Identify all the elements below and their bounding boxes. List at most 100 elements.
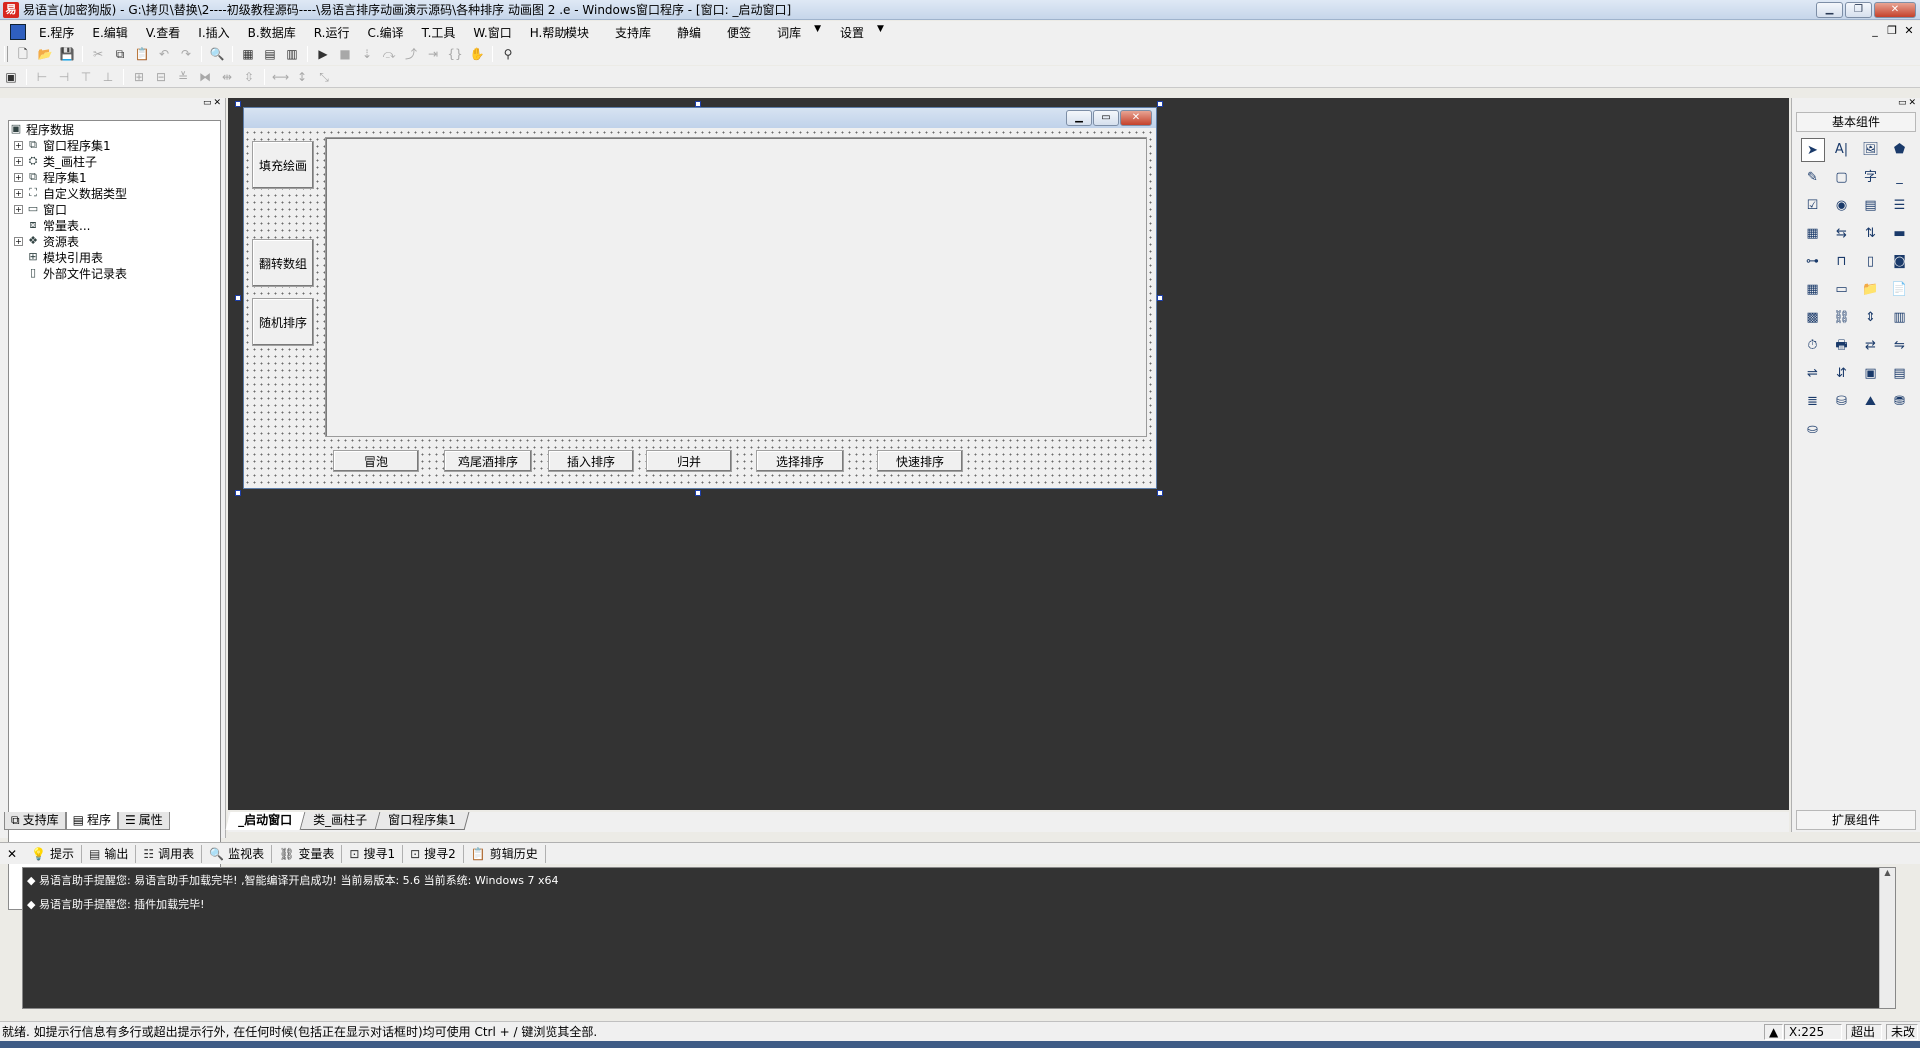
equal-height-icon[interactable]: ⇳ [241, 69, 257, 85]
combo-box-tool-icon[interactable]: ▤ [1859, 194, 1883, 218]
drive-box-tool-icon[interactable]: ▭ [1830, 278, 1854, 302]
menu-window[interactable]: W.窗口 [464, 24, 520, 41]
tree-item[interactable]: ⧈ 常量表... [9, 217, 220, 233]
random-sort-button[interactable]: 随机排序 [252, 298, 314, 346]
resize-handle[interactable] [1157, 490, 1163, 496]
align-left-icon[interactable]: ⊢ [34, 69, 50, 85]
tab-window-assembly[interactable]: 窗口程序集1 [375, 812, 470, 830]
menu-run[interactable]: R.运行 [305, 24, 359, 41]
expand-icon[interactable]: + [14, 204, 23, 214]
tree-item[interactable]: + ⛭ 类_画柱子 [9, 153, 220, 169]
menu-module[interactable]: 模块 [552, 24, 602, 41]
server-tool-icon[interactable]: ⇌ [1801, 362, 1825, 386]
menu-notes[interactable]: 便签 [714, 24, 764, 41]
size-height-icon[interactable]: ↕ [294, 69, 310, 85]
stop-icon[interactable]: ■ [337, 46, 353, 62]
hand-icon[interactable]: ✋ [469, 46, 485, 62]
mdi-restore-icon[interactable]: ❐ [1885, 24, 1899, 37]
table-tool-icon[interactable]: ▥ [1888, 306, 1912, 330]
size-both-icon[interactable]: ⤡ [316, 69, 332, 85]
align-right-icon[interactable]: ⊣ [56, 69, 72, 85]
output-pane[interactable]: ◆ 易语言助手提醒您: 易语言助手加载完毕! ,智能编译开启成功! 当前易版本:… [22, 867, 1896, 1009]
shape-tool-icon[interactable]: ⬟ [1888, 138, 1912, 162]
menu-support-library[interactable]: 支持库 [602, 24, 664, 41]
tab-class-draw-bars[interactable]: 类_画柱子 [300, 812, 381, 830]
label-tool-icon[interactable]: A| [1830, 138, 1854, 162]
vertical-scrollbar[interactable]: ▲ [1879, 868, 1895, 1008]
save-icon[interactable]: 💾 [59, 46, 75, 62]
bubble-sort-button[interactable]: 冒泡 [333, 450, 419, 472]
menu-compile[interactable]: C.编译 [358, 24, 412, 41]
tree-item[interactable]: ▯ 外部文件记录表 [9, 265, 220, 281]
cut-icon[interactable]: ✂ [90, 46, 106, 62]
tree-item[interactable]: + ⧉ 窗口程序集1 [9, 137, 220, 153]
db-connect-tool-icon[interactable]: ⛁ [1830, 390, 1854, 414]
run-to-cursor-icon[interactable]: ⇥ [425, 46, 441, 62]
vscroll-tool-icon[interactable]: ⇅ [1859, 222, 1883, 246]
close-button[interactable]: ✕ [1874, 2, 1916, 18]
animation-tool-icon[interactable]: ▯ [1859, 250, 1883, 274]
expand-icon[interactable]: + [14, 156, 23, 166]
hyperlink-tool-icon[interactable]: ⛓ [1830, 306, 1854, 330]
calendar-tool-icon[interactable]: ▦ [1801, 278, 1825, 302]
timer-tool-icon[interactable]: ⏱ [1801, 334, 1825, 358]
tab-support-library[interactable]: ⧉ 支持库 [4, 812, 66, 830]
paste-icon[interactable]: 📋 [134, 46, 150, 62]
quick-sort-button[interactable]: 快速排序 [877, 450, 963, 472]
resize-handle[interactable] [235, 490, 241, 496]
menu-database[interactable]: B.数据库 [239, 24, 305, 41]
panel-pin-icon[interactable]: ▭ [203, 98, 212, 110]
startup-window-form[interactable]: ▁ ▭ ✕ 填充绘画 翻转数组 随机排序 冒泡 鸡尾酒排序 插入排序 归并 选择… [243, 107, 1157, 489]
panel-close-icon[interactable]: ✕ [1908, 98, 1916, 110]
text-tool-icon[interactable]: 字 [1859, 166, 1883, 190]
slider-tool-icon[interactable]: ⊶ [1801, 250, 1825, 274]
progress-tool-icon[interactable]: ▬ [1888, 222, 1912, 246]
menu-view[interactable]: V.查看 [137, 24, 189, 41]
checkbox-tool-icon[interactable]: ☑ [1801, 194, 1825, 218]
align-bottom-icon[interactable]: ⊥ [100, 69, 116, 85]
menu-settings[interactable]: 设置 [827, 24, 877, 41]
panel-close-icon[interactable]: ✕ [0, 845, 24, 863]
find-icon[interactable]: 🔍 [209, 46, 225, 62]
tab-search1[interactable]: ⊡ 搜寻1 [342, 844, 404, 863]
resize-handle[interactable] [695, 101, 701, 107]
checklist-tool-icon[interactable]: ▦ [1801, 222, 1825, 246]
camera-tool-icon[interactable]: ◙ [1888, 250, 1912, 274]
restore-button[interactable]: ❐ [1845, 2, 1872, 18]
resize-handle[interactable] [235, 295, 241, 301]
basic-components-header[interactable]: 基本组件 [1796, 112, 1916, 132]
expand-icon[interactable]: + [14, 140, 23, 150]
hscroll-tool-icon[interactable]: ⇆ [1830, 222, 1854, 246]
db-provider-tool-icon[interactable]: ≣ [1801, 390, 1825, 414]
tree-item[interactable]: ⊞ 模块引用表 [9, 249, 220, 265]
resize-handle[interactable] [695, 490, 701, 496]
expand-icon[interactable]: + [14, 172, 23, 182]
align-top-icon[interactable]: ⊤ [78, 69, 94, 85]
dialog-tool-icon[interactable]: ▣ [1859, 362, 1883, 386]
adjuster-tool-icon[interactable]: ⇕ [1859, 306, 1883, 330]
panel-close-icon[interactable]: ✕ [213, 98, 221, 110]
space-horizontal-icon[interactable]: ⧓ [197, 69, 213, 85]
new-file-icon[interactable]: 🗋 [15, 46, 31, 62]
tree-item[interactable]: ▣ 程序数据 [9, 121, 220, 137]
color-picker-tool-icon[interactable]: ▩ [1801, 306, 1825, 330]
tab-search2[interactable]: ⊡ 搜寻2 [403, 844, 464, 863]
binoculars-icon[interactable]: ⚲ [500, 46, 516, 62]
expand-icon[interactable]: + [14, 188, 23, 198]
equal-width-icon[interactable]: ⇹ [219, 69, 235, 85]
radio-tool-icon[interactable]: ◉ [1830, 194, 1854, 218]
insertion-sort-button[interactable]: 插入排序 [548, 450, 634, 472]
tree-item[interactable]: + ⛶ 自定义数据类型 [9, 185, 220, 201]
copy-icon[interactable]: ⧉ [112, 46, 128, 62]
frame-tool-icon[interactable]: ▢ [1830, 166, 1854, 190]
client-tool-icon[interactable]: ⇵ [1830, 362, 1854, 386]
tab-call-stack[interactable]: ☷ 调用表 [136, 844, 203, 863]
folder-box-tool-icon[interactable]: 📁 [1859, 278, 1883, 302]
center-vertical-icon[interactable]: ⊟ [153, 69, 169, 85]
tab-clip-history[interactable]: 📋 剪辑历史 [464, 844, 546, 863]
tab-variables[interactable]: ⛓ 变量表 [272, 844, 343, 863]
data-source-tool-icon[interactable]: ⇄ [1859, 334, 1883, 358]
tab-startup-window[interactable]: _启动窗口 [225, 812, 306, 830]
chart-tool-icon[interactable]: ⛰ [1859, 390, 1883, 414]
tab-output[interactable]: ▤ 输出 [82, 844, 137, 863]
